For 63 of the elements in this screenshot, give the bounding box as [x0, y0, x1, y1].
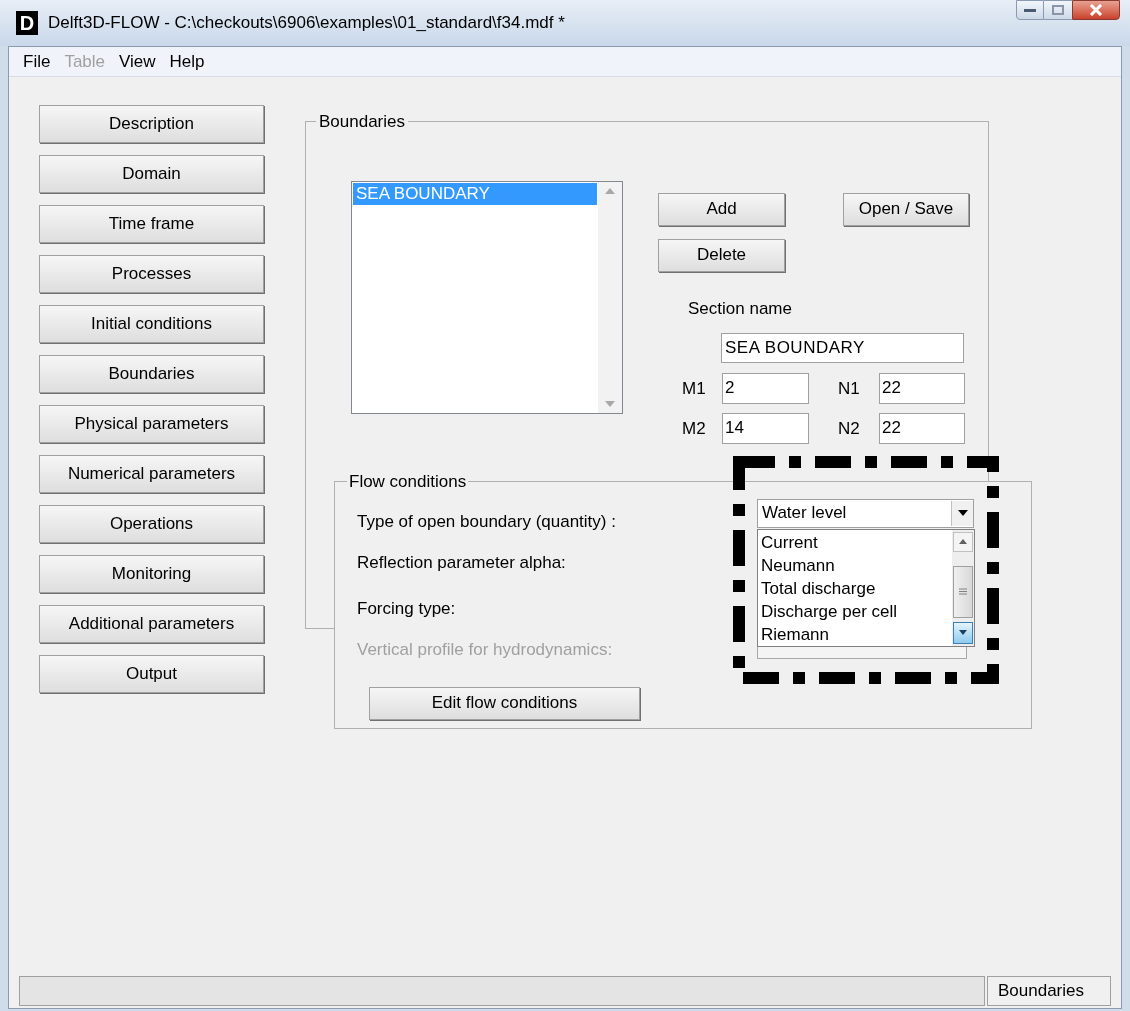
menu-item[interactable]: View: [119, 48, 156, 75]
nav-button[interactable]: Description: [39, 105, 264, 143]
nav-button[interactable]: Boundaries: [39, 355, 264, 393]
field-label: Forcing type:: [357, 597, 456, 616]
quantity-combo[interactable]: Water level: [757, 498, 974, 528]
scroll-up-button[interactable]: [953, 531, 973, 552]
nav-button[interactable]: Domain: [39, 155, 264, 193]
minimize-button[interactable]: [1016, 0, 1044, 20]
nav-button[interactable]: Initial conditions: [39, 305, 264, 343]
open-save-button[interactable]: Open / Save: [843, 192, 969, 226]
coordinate-field[interactable]: 22: [879, 413, 965, 444]
field-label: N2: [837, 417, 861, 440]
field-label: Reflection parameter alpha:: [357, 551, 566, 570]
status-panel: Boundaries: [987, 976, 1111, 1006]
combo-value: Water level: [761, 502, 848, 525]
scroll-up-icon: [605, 187, 615, 194]
nav-button[interactable]: Processes: [39, 255, 264, 293]
caret-icon: [957, 510, 968, 516]
dropdown-list[interactable]: Current Neumann Total discharge Discharge per cell Riemann: [757, 528, 975, 647]
nav-button[interactable]: Numerical parameters: [39, 455, 264, 493]
dropdown-option[interactable]: Neumann: [761, 553, 952, 577]
scroll-up-icon: [959, 539, 967, 544]
close-button[interactable]: [1072, 0, 1120, 20]
coordinate-field[interactable]: 2: [722, 373, 809, 404]
maximize-icon: [1052, 5, 1064, 15]
dropdown-option[interactable]: Riemann: [761, 622, 952, 646]
nav-button[interactable]: Output: [39, 655, 264, 693]
scrollbar[interactable]: [598, 181, 622, 413]
scroll-down-icon: [605, 400, 615, 407]
scroll-thumb[interactable]: [953, 565, 973, 618]
coordinate-field[interactable]: 22: [879, 373, 965, 404]
field-label: Vertical profile for hydrodynamics:: [357, 638, 613, 657]
minimize-icon: [1024, 8, 1036, 12]
scrollbar[interactable]: [952, 529, 974, 646]
nav-button[interactable]: Physical parameters: [39, 405, 264, 443]
field-label: N1: [837, 377, 861, 400]
dropdown-option[interactable]: Discharge per cell: [761, 599, 952, 623]
nav-button[interactable]: Additional parameters: [39, 605, 264, 643]
delete-button[interactable]: Delete: [658, 238, 785, 272]
window-title: Delft3D-FLOW - C:\checkouts\6906\examples\01_standard\f34.mdf *: [48, 12, 565, 35]
field-label: M2: [682, 417, 707, 440]
dropdown-option[interactable]: Total discharge: [761, 576, 952, 600]
group-title: Flow conditions: [348, 471, 468, 493]
grip-icon: [959, 588, 967, 595]
menu-item[interactable]: File: [23, 48, 51, 75]
scroll-down-icon: [959, 630, 967, 635]
section-name-field[interactable]: SEA BOUNDARY: [721, 333, 964, 363]
coordinate-field[interactable]: 14: [722, 413, 809, 444]
app-logo: D: [16, 11, 38, 35]
field-label: Section name: [688, 297, 793, 320]
scroll-down-button[interactable]: [953, 621, 973, 644]
field-label: Type of open boundary (quantity) :: [357, 510, 616, 529]
maximize-button[interactable]: [1044, 0, 1072, 20]
dropdown-option[interactable]: Current: [761, 530, 952, 554]
nav-button[interactable]: Monitoring: [39, 555, 264, 593]
nav-button[interactable]: Time frame: [39, 205, 264, 243]
edit-flow-conditions-button[interactable]: Edit flow conditions: [369, 686, 640, 720]
menu-item[interactable]: Help: [169, 48, 205, 75]
close-icon: [1089, 4, 1103, 16]
field-label: M1: [682, 377, 707, 400]
group-title: Boundaries: [318, 111, 406, 133]
nav-button[interactable]: Operations: [39, 505, 264, 543]
add-button[interactable]: Add: [658, 192, 785, 226]
